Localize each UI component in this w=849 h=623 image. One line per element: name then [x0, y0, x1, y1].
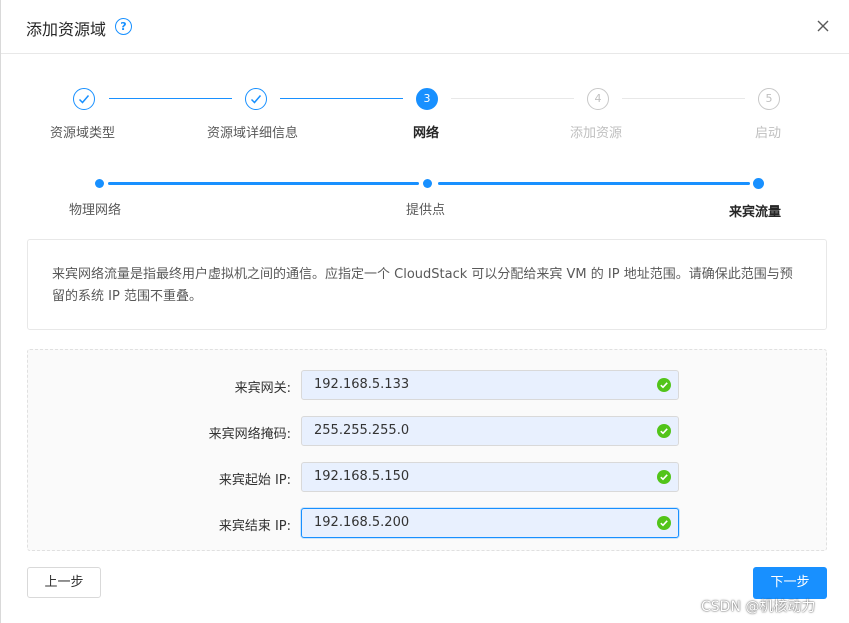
- step-4-indicator: 4: [587, 88, 609, 110]
- add-zone-dialog: 添加资源域 ? 资源域类型 资源域详细信息 3 网络 4 添加资源 5 启动 物…: [0, 0, 849, 623]
- sub-step-3-dot: [753, 178, 764, 189]
- step-5-label: 启动: [755, 126, 782, 141]
- step-4-label: 添加资源: [570, 126, 623, 141]
- guest-gateway-input[interactable]: 192.168.5.133: [301, 370, 679, 400]
- step-1-check-icon: [73, 88, 95, 110]
- check-circle-icon: [657, 470, 671, 484]
- step-4-connector: [622, 98, 745, 99]
- description-text: 来宾网络流量是指最终用户虚拟机之间的通信。应指定一个 CloudStack 可以…: [52, 267, 793, 304]
- guest-gateway-label: 来宾网关:: [234, 381, 291, 396]
- previous-button[interactable]: 上一步: [27, 567, 101, 598]
- next-button[interactable]: 下一步: [753, 567, 827, 599]
- close-icon[interactable]: [813, 16, 833, 36]
- sub-step-2-label: 提供点: [406, 203, 446, 218]
- check-circle-icon: [657, 378, 671, 392]
- guest-netmask-label: 来宾网络掩码:: [208, 427, 291, 442]
- step-3-label: 网络: [413, 126, 440, 141]
- sub-step-2-dot: [423, 179, 432, 188]
- guest-start-ip-input[interactable]: 192.168.5.150: [301, 462, 679, 492]
- guest-netmask-input[interactable]: 255.255.255.0: [301, 416, 679, 446]
- step-2-label: 资源域详细信息: [207, 126, 299, 141]
- sub-step-1-dot: [95, 179, 104, 188]
- step-3-connector: [451, 98, 574, 99]
- csdn-watermark: CSDN @机核动力: [701, 599, 816, 615]
- dialog-header: 添加资源域 ?: [1, 0, 849, 54]
- step-1-connector: [109, 98, 232, 99]
- guest-start-ip-label: 来宾起始 IP:: [218, 473, 291, 488]
- dialog-title: 添加资源域: [26, 20, 107, 39]
- question-circle-icon[interactable]: ?: [115, 18, 132, 35]
- step-3-indicator: 3: [416, 88, 438, 110]
- step-1-label: 资源域类型: [50, 126, 116, 141]
- step-2-connector: [280, 98, 403, 99]
- guest-end-ip-label: 来宾结束 IP:: [218, 519, 291, 534]
- sub-step-1-connector: [108, 182, 419, 185]
- guest-traffic-form: 来宾网关: 192.168.5.133 来宾网络掩码: 255.255.255.…: [27, 349, 827, 551]
- check-circle-icon: [657, 516, 671, 530]
- guest-end-ip-input[interactable]: 192.168.5.200: [301, 508, 679, 538]
- description-box: 来宾网络流量是指最终用户虚拟机之间的通信。应指定一个 CloudStack 可以…: [27, 239, 827, 330]
- step-5-indicator: 5: [758, 88, 780, 110]
- sub-step-1-label: 物理网络: [69, 203, 122, 218]
- check-circle-icon: [657, 424, 671, 438]
- step-2-check-icon: [245, 88, 267, 110]
- sub-step-2-connector: [438, 182, 750, 185]
- sub-step-3-label: 来宾流量: [729, 205, 782, 220]
